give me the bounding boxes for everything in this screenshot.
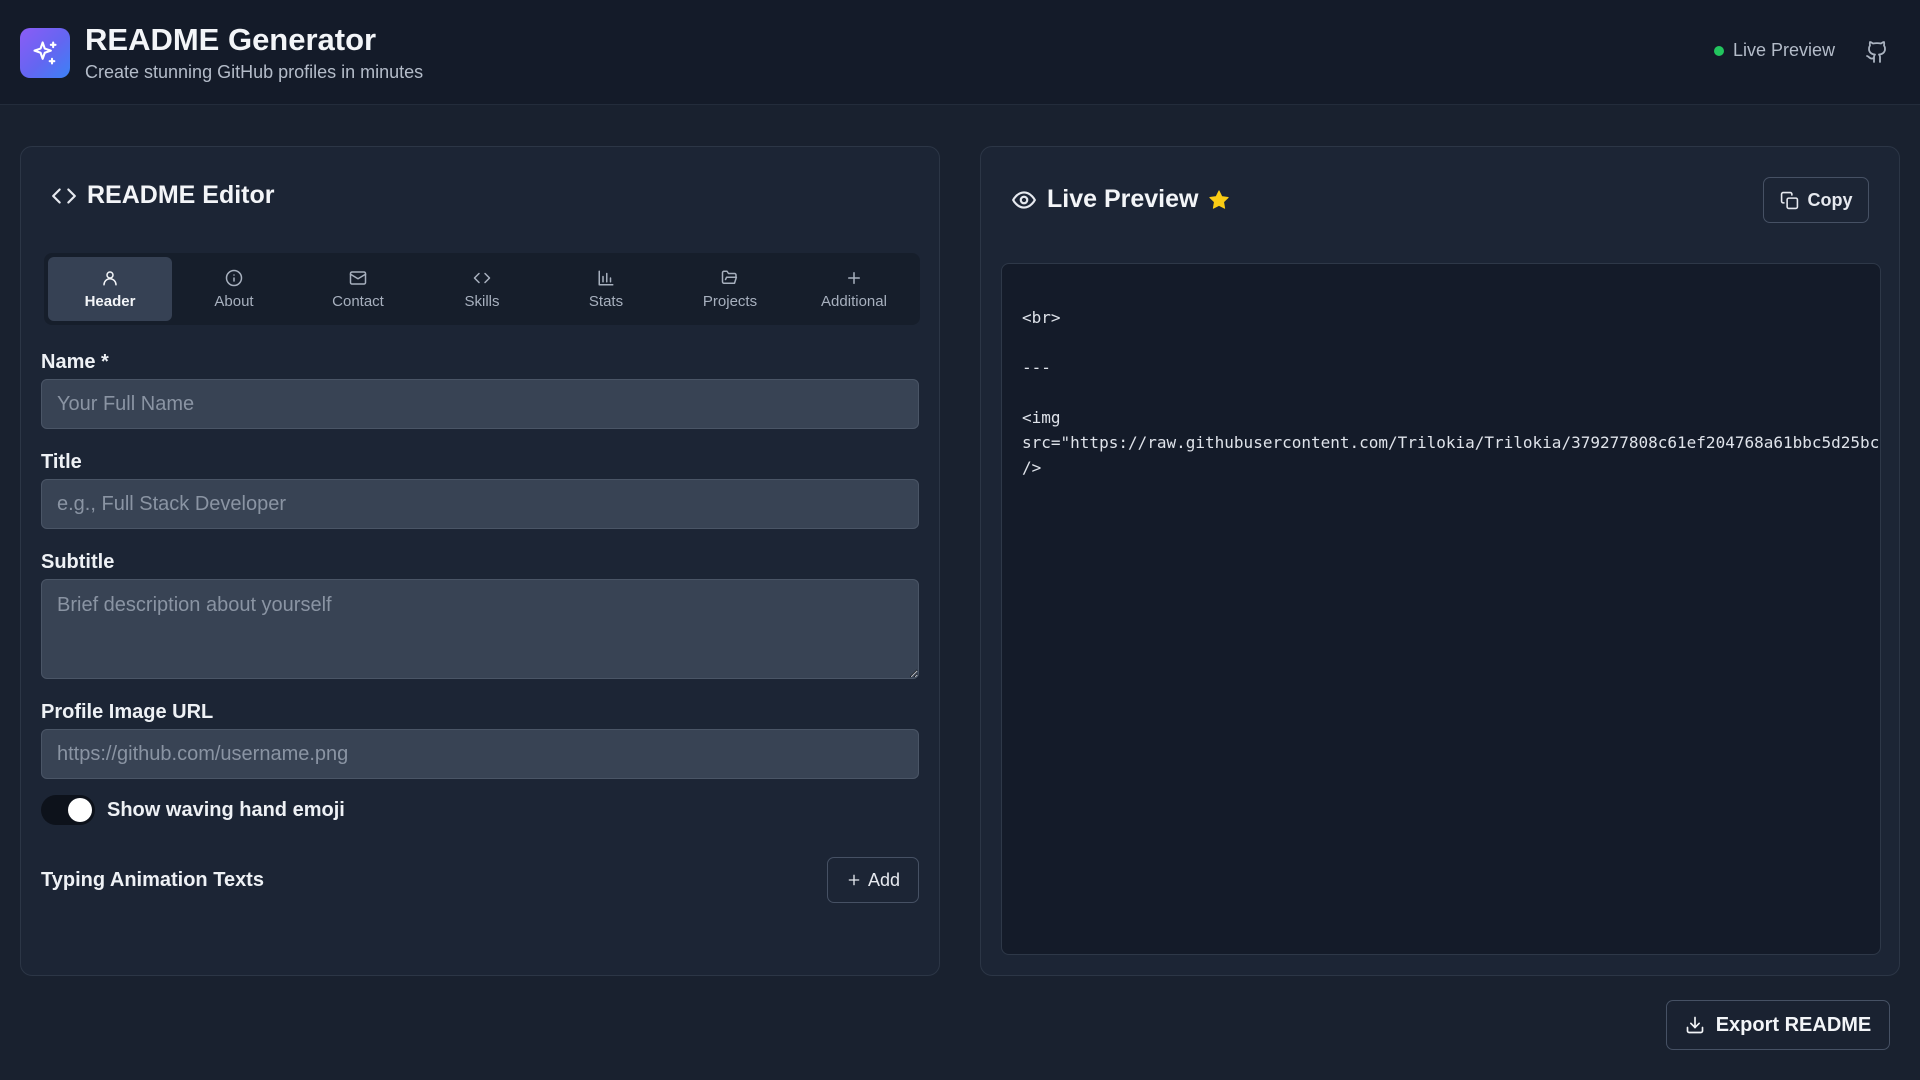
profile-image-label: Profile Image URL [41, 701, 214, 723]
tab-contact[interactable]: Contact [296, 257, 420, 321]
wave-toggle[interactable] [41, 795, 95, 825]
code-line: /> [1022, 458, 1042, 477]
tab-header[interactable]: Header [48, 257, 172, 321]
tab-about[interactable]: About [172, 257, 296, 321]
editor-tabs: Header About Contact Skills Stats Projec… [44, 253, 920, 325]
code-line: <br> [1022, 308, 1061, 327]
name-input[interactable] [41, 379, 919, 429]
export-readme-button[interactable]: Export README [1666, 1000, 1890, 1050]
tab-label: Skills [464, 292, 500, 310]
info-icon [225, 269, 243, 286]
add-typing-text-button[interactable]: Add [827, 857, 919, 903]
bar-chart-icon [598, 270, 614, 285]
subtitle-label: Subtitle [41, 551, 115, 573]
tab-skills[interactable]: Skills [420, 257, 544, 321]
preview-heading: Live Preview [1011, 185, 1230, 214]
live-status-label: Live Preview [1732, 40, 1835, 60]
live-status: Live Preview [1713, 40, 1835, 61]
github-icon[interactable] [1864, 38, 1890, 66]
editor-panel: README Editor Header About Contact Skill… [20, 146, 940, 976]
tab-label: About [214, 292, 254, 310]
export-button-label: Export README [1715, 1013, 1872, 1036]
tab-label: Header [84, 292, 136, 310]
app-title: README Generator [85, 22, 377, 57]
code-icon [473, 272, 491, 283]
tab-label: Contact [332, 292, 384, 310]
eye-icon [1012, 190, 1036, 209]
add-button-label: Add [867, 869, 901, 890]
copy-icon [1780, 191, 1798, 209]
tab-additional[interactable]: Additional [792, 257, 916, 321]
download-icon [1686, 1016, 1704, 1034]
star-icon [1209, 189, 1230, 209]
typing-animation-label: Typing Animation Texts [41, 869, 264, 891]
code-icon [52, 187, 76, 204]
folder-icon [721, 270, 738, 284]
editor-heading-label: README Editor [87, 181, 275, 209]
code-line: <img [1022, 408, 1061, 427]
tab-projects[interactable]: Projects [668, 257, 792, 321]
copy-button-label: Copy [1807, 189, 1853, 210]
subtitle-textarea[interactable] [41, 579, 919, 679]
tab-label: Projects [702, 292, 758, 310]
title-input[interactable] [41, 479, 919, 529]
plus-icon [848, 271, 860, 284]
name-label: Name * [41, 351, 109, 373]
copy-button[interactable]: Copy [1763, 177, 1869, 223]
title-label: Title [41, 451, 82, 473]
status-dot [1713, 45, 1724, 56]
user-icon [103, 270, 117, 285]
toggle-knob [68, 798, 92, 822]
profile-image-input[interactable] [41, 729, 919, 779]
code-line: --- [1022, 358, 1051, 377]
tab-label: Additional [821, 292, 887, 310]
wave-toggle-row: Show waving hand emoji [41, 795, 345, 825]
tab-stats[interactable]: Stats [544, 257, 668, 321]
sparkles-icon [20, 28, 70, 78]
code-line: src="https://raw.githubusercontent.com/T… [1022, 433, 1880, 452]
preview-panel: Live Preview Copy <br> --- <img src="htt… [980, 146, 1900, 976]
app-header: README Generator Create stunning GitHub … [0, 0, 1920, 105]
mail-icon [349, 270, 367, 285]
plus-icon [848, 874, 860, 886]
editor-heading: README Editor [51, 181, 275, 210]
preview-heading-label: Live Preview [1047, 185, 1199, 213]
tab-label: Stats [588, 292, 624, 310]
wave-toggle-label: Show waving hand emoji [107, 798, 345, 821]
preview-code-box[interactable]: <br> --- <img src="https://raw.githubuse… [1001, 263, 1881, 955]
app-subtitle: Create stunning GitHub profiles in minut… [85, 62, 424, 82]
